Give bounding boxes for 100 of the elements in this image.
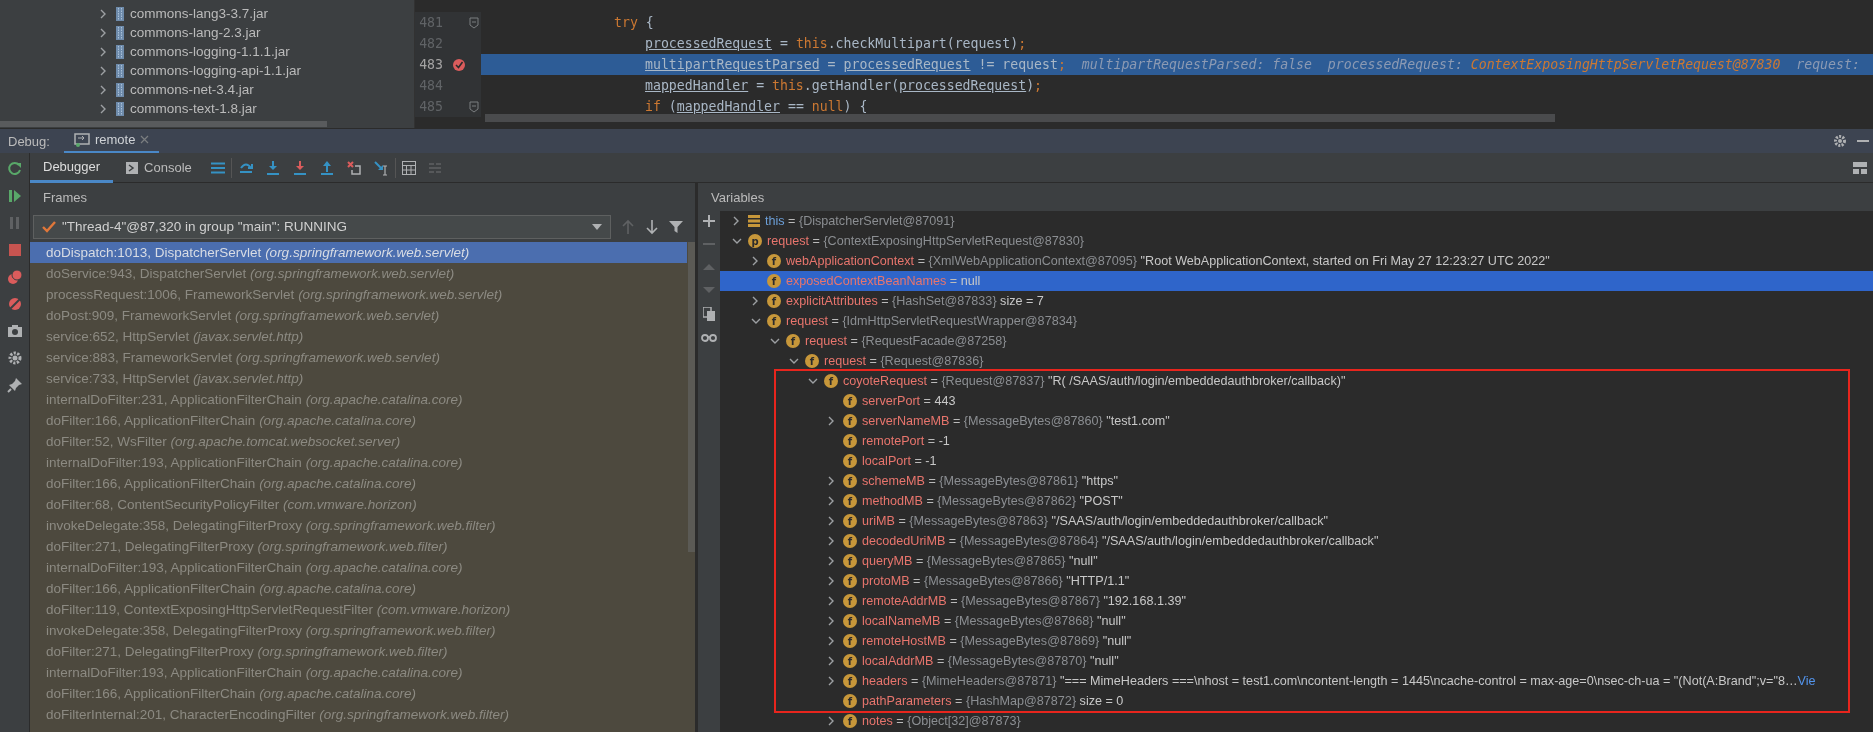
jar-name[interactable]: commons-lang-2.3.jar [130,25,261,40]
menu-icon[interactable] [210,161,225,174]
stop-icon[interactable] [6,242,23,258]
step-out-icon[interactable] [318,159,335,176]
field-badge-icon: f [767,254,781,268]
filter-icon[interactable] [669,219,683,234]
code-text: if (mappedHandler == null) { [644,99,868,114]
session-icon [73,132,90,147]
variable-row[interactable]: f serverNameMB = {MessageBytes@87860} "test1.com" [825,411,1174,431]
variable-row[interactable]: f remoteHostMB = {MessageBytes@87869} "null" [825,631,1136,651]
fold-icon[interactable] [469,16,479,29]
rerun-icon[interactable] [6,161,23,177]
close-icon[interactable] [140,135,150,144]
variable-row[interactable]: f notes = {Object[32]@87873} [825,711,1025,731]
variable-row[interactable]: f methodMB = {MessageBytes@87862} "POST" [825,491,1127,511]
panel-tab[interactable]: Console [113,152,205,183]
selected-row[interactable]: f exposedContextBeanNames = null [720,271,1873,291]
settings-icon[interactable] [1833,134,1847,148]
field-badge-icon: f [843,454,857,468]
settings-icon[interactable] [6,350,23,366]
variable-text: methodMB = {MessageBytes@87862} "POST" [862,494,1123,508]
variable-text: localNameMB = {MessageBytes@87868} "null" [862,614,1126,628]
field-badge-icon: f [843,554,857,568]
variable-row[interactable]: f request = {RequestFacade@87258} [768,331,1011,351]
breakpoints-icon[interactable] [6,269,23,285]
variable-text: coyoteRequest = {Request@87837} "R( /SAAS/auth/login/embeddedauthbroker/callback)" [843,374,1346,388]
panel-title: Frames [43,189,88,205]
variable-row[interactable]: f uriMB = {MessageBytes@87863} "/SAAS/auth/login/embeddedauthbroker/callback" [825,511,1332,531]
thread-dropdown[interactable]: "Thread-4"@87,320 in group "main": RUNNING [33,214,611,239]
variable-row[interactable]: f webApplicationContext = {XmlWebApplicationContext@87095} "Root WebApplicationContext, started on Fri May 27 12:23:27 UTC 2022" [749,251,1554,271]
line-number: 483 [418,57,443,72]
resume-icon[interactable] [6,188,23,204]
code-text: mappedHandler = this.getHandler(processedRequest); [644,78,1043,93]
variable-row[interactable]: f decodedUriMB = {MessageBytes@87864} "/SAAS/auth/login/embeddedauthbroker/callback" [825,531,1383,551]
field-badge-icon: f [843,714,857,728]
field-badge-icon: f [843,534,857,548]
variable-row[interactable]: this = {DispatcherServlet@87091} [730,211,959,231]
view-link[interactable]: Vie [1797,674,1816,688]
variable-text: remoteHostMB = {MessageBytes@87869} "null" [862,634,1132,648]
jar-icon [116,82,124,97]
scrollbar[interactable] [688,242,695,552]
variable-text: headers = {MimeHeaders@87871} "=== MimeHeaders ===\nhost = test1.com\ncontent-length = 1445\ncache-control = max-age=0\nsec-ch-ua = "(Not(A:Brand";v="8… [862,674,1798,688]
variable-row[interactable]: f localPort = -1 [825,451,941,471]
variable-row[interactable]: f headers = {MimeHeaders@87871} "=== MimeHeaders ===\nhost = test1.com\ncontent-length = 1445\ncache-control = max-age=0\nsec-ch-ua = "(Not(A:Brand";v="8…Vie [825,671,1820,691]
glasses-icon[interactable] [701,332,717,342]
jar-name[interactable]: commons-net-3.4.jar [130,82,254,97]
stack-frame[interactable]: doDispatch:1013, DispatcherServlet (org.springframework.web.servlet) [30,242,687,263]
drop-frame-icon[interactable] [345,159,362,176]
variable-text: serverPort = 443 [862,394,956,408]
field-badge-icon: f [843,414,857,428]
jar-icon [116,101,124,116]
copy-icon[interactable] [703,307,715,321]
jar-name[interactable]: commons-logging-api-1.1.jar [130,63,302,78]
field-badge-icon: p [748,234,762,248]
calculator-icon[interactable] [401,160,416,175]
run-to-cursor-icon[interactable] [372,159,389,176]
field-badge-icon: f [786,334,800,348]
variable-text: localPort = -1 [862,454,937,468]
step-into-icon[interactable] [264,159,281,176]
variable-row[interactable]: f remoteAddrMB = {MessageBytes@87867} "192.168.1.39" [825,591,1190,611]
down-arrow-icon[interactable] [645,218,659,235]
field-badge-icon: f [843,634,857,648]
add-icon[interactable] [703,215,715,227]
scrollbar[interactable] [485,114,1555,122]
variable-row[interactable]: f protoMB = {MessageBytes@87866} "HTTP/1.1" [825,571,1134,591]
mute-breakpoints-icon[interactable] [6,296,23,312]
panel-label: Debug: [8,133,50,149]
variable-row[interactable]: f serverPort = 443 [825,391,960,411]
variable-row[interactable]: f localAddrMB = {MessageBytes@87870} "null" [825,651,1123,671]
code-text: processedRequest = this.checkMultipart(request); [644,36,1027,51]
code-text: try { [613,15,654,30]
variable-row[interactable]: f remotePort = -1 [825,431,954,451]
variable-row[interactable]: f schemeMB = {MessageBytes@87861} "https" [825,471,1122,491]
field-badge-icon: f [843,674,857,688]
variable-row[interactable]: p request = {ContextExposingHttpServletRequest@87830} [730,231,1088,251]
breakpoint-icon[interactable] [452,57,466,72]
jar-name[interactable]: commons-text-1.8.jar [130,101,257,116]
field-badge-icon: f [843,614,857,628]
variable-text: request = {ContextExposingHttpServletRequest@87830} [767,234,1084,248]
layout-icon[interactable] [1853,161,1867,174]
variable-text: pathParameters = {HashMap@87872} size = 0 [862,694,1124,708]
scrollbar[interactable] [0,121,327,127]
code-text: multipartRequestParsed = processedRequest != request; multipartRequestParsed: false processedRequest: ContextExposingHttpServletRequest@87830 request: [644,57,1860,72]
panel-title: Variables [711,189,765,205]
variable-row[interactable]: f request = {IdmHttpServletRequestWrapper@87834} [749,311,1081,331]
camera-icon[interactable] [6,323,23,339]
stack-icon [748,215,760,227]
pin-icon[interactable] [6,377,23,393]
force-step-into-icon[interactable] [291,159,308,176]
variable-row[interactable]: f explicitAttributes = {HashSet@87833} size = 7 [749,291,1048,311]
jar-name[interactable]: commons-lang3-3.7.jar [130,6,269,21]
variable-row[interactable]: f queryMB = {MessageBytes@87865} "null" [825,551,1102,571]
field-badge-icon: f [843,594,857,608]
fold-icon[interactable] [469,100,479,113]
variable-row[interactable]: f request = {Request@87836} [787,351,988,371]
jar-name[interactable]: commons-logging-1.1.1.jar [130,44,290,59]
variable-text: localAddrMB = {MessageBytes@87870} "null" [862,654,1119,668]
variable-text: remotePort = -1 [862,434,950,448]
variable-row[interactable]: f localNameMB = {MessageBytes@87868} "null" [825,611,1130,631]
variable-text: protoMB = {MessageBytes@87866} "HTTP/1.1" [862,574,1130,588]
